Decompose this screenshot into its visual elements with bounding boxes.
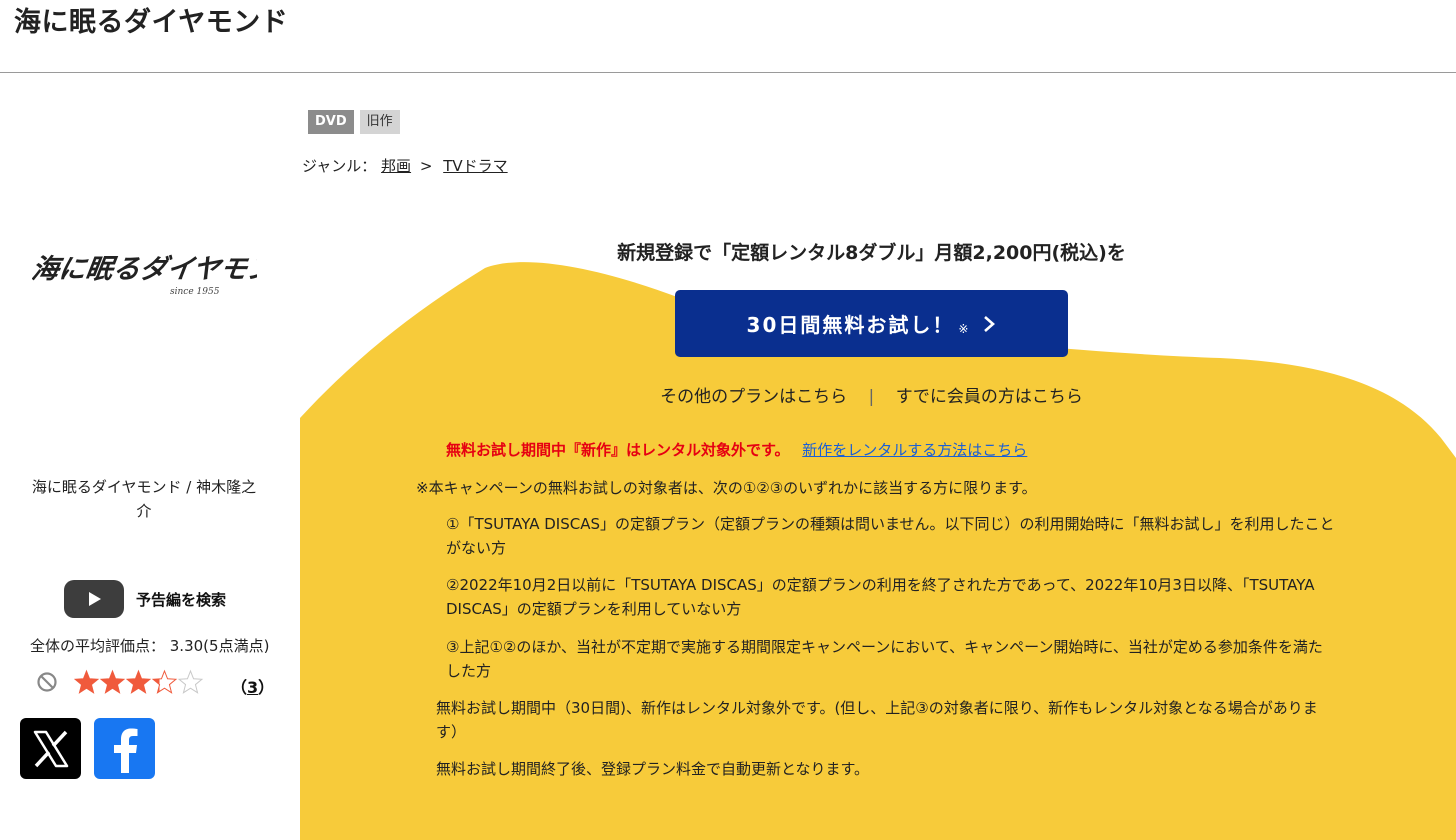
free-trial-note: ※ (958, 321, 969, 336)
genre-separator: > (419, 157, 433, 175)
facebook-logo-icon (113, 728, 137, 773)
eligibility-condition-2: ②2022年10月2日以前に「TSUTAYA DISCAS」の定額プランの利用を… (446, 576, 1315, 618)
format-badge: DVD (308, 110, 354, 134)
review-count-close: ） (258, 678, 275, 697)
promo-title: 新規登録で「定額レンタル8ダブル」月額2,200円(税込)を (617, 242, 1126, 264)
page-title: 海に眠るダイヤモンド (14, 7, 289, 38)
status-badge: 旧作 (359, 110, 400, 134)
average-rating: 全体の平均評価点： 3.30(5点満点) (30, 637, 270, 655)
genre-breadcrumb: ジャンル： 邦画 > TVドラマ (302, 155, 508, 176)
chevron-right-icon (984, 315, 996, 332)
plan-links: その他のプランはこちら | すでに会員の方はこちら (300, 382, 1443, 407)
work-name: 海に眠るダイヤモンド / 神木隆之介 (31, 478, 257, 520)
trial-period-note: 無料お試し期間中（30日間)、新作はレンタル対象外です。(但し、上記③の対象者に… (436, 699, 1318, 741)
x-logo-icon (33, 730, 68, 767)
new-release-rental-link[interactable]: 新作をレンタルする方法はこちら (802, 441, 1027, 459)
eligibility-condition-3: ③上記①②のほか、当社が不定期で実施する期間限定キャンペーンにおいて、キャンペー… (446, 638, 1323, 680)
star-fill (101, 671, 124, 693)
trailer-label: 予告編を検索 (136, 590, 227, 609)
trailer-search-button[interactable]: 予告編を検索 (64, 580, 226, 618)
eligibility-condition-1: ①「TSUTAYA DISCAS」の定額プラン（定額プランの種類は問いません。以… (446, 515, 1335, 557)
auto-renew-note: 無料お試し期間終了後、登録プラン料金で自動更新となります。 (436, 760, 870, 778)
star-rating (74, 669, 204, 694)
share-facebook-button[interactable] (94, 718, 155, 779)
badge-group: DVD 旧作 (308, 110, 400, 134)
member-login-link[interactable]: すでに会員の方はこちら (896, 387, 1083, 407)
genre-label: ジャンル： (302, 157, 377, 175)
genre-link-sub[interactable]: TVドラマ (443, 157, 507, 175)
review-count-value: 3 (247, 678, 259, 697)
free-trial-label: 30日間無料お試し！ (746, 313, 955, 337)
title-logo-image: 海に眠るダイヤモンド since 1955 (32, 254, 257, 297)
title-logo-text: 海に眠るダイヤモンド (32, 254, 257, 285)
warning-text: 無料お試し期間中『新作』はレンタル対象外です。 (446, 441, 790, 459)
star-fill (75, 671, 98, 693)
youtube-play-icon (64, 580, 124, 618)
share-x-button[interactable] (20, 718, 81, 779)
plan-links-divider: | (868, 387, 875, 407)
title-divider (0, 72, 1456, 73)
review-count[interactable]: （3） (231, 674, 274, 698)
genre-link-main[interactable]: 邦画 (381, 157, 411, 175)
free-trial-button[interactable]: 30日間無料お試し！ ※ (675, 290, 1068, 357)
review-count-open: （ (231, 678, 248, 697)
star-fill (127, 671, 150, 693)
no-rating-icon[interactable] (36, 671, 58, 693)
rating-row: （3） (36, 668, 274, 700)
title-logo-subtext: since 1955 (170, 287, 220, 297)
other-plans-link[interactable]: その他のプランはこちら (660, 387, 847, 407)
new-release-warning: 無料お試し期間中『新作』はレンタル対象外です。 新作をレンタルする方法はこちら (446, 439, 1027, 460)
campaign-eligibility-intro: ※本キャンペーンの無料お試しの対象者は、次の①②③のいずれかに該当する方に限りま… (416, 479, 1037, 497)
star-icon (177, 669, 204, 694)
